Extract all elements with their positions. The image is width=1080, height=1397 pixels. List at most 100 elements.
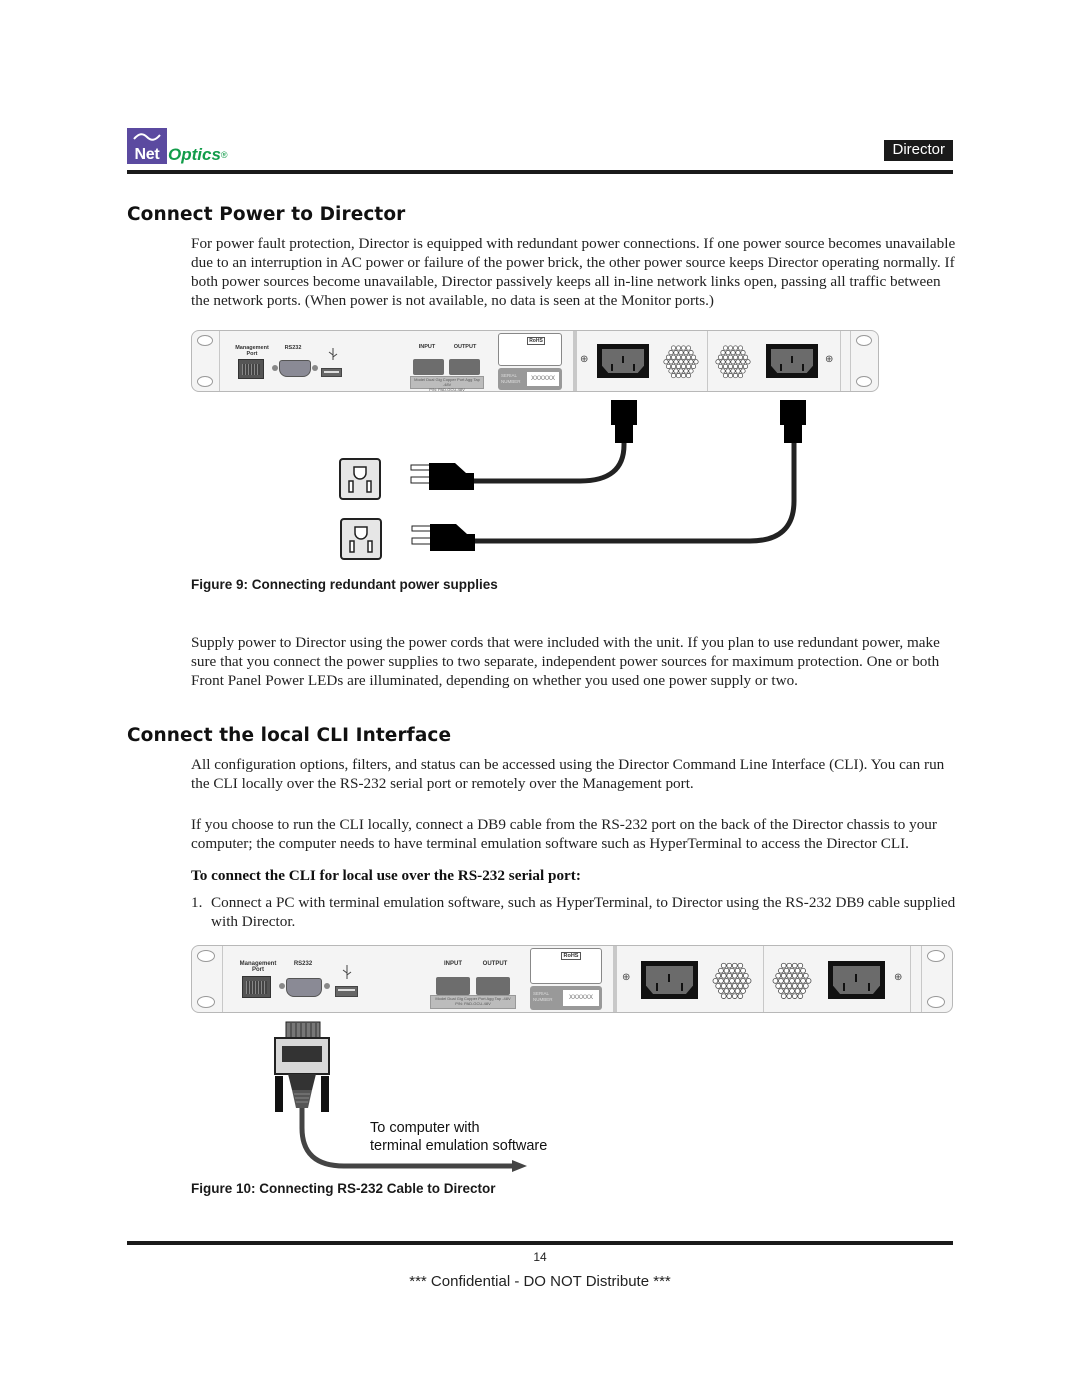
vent-hole <box>718 988 724 994</box>
vent-hole <box>722 363 729 369</box>
vent-hole <box>718 967 724 974</box>
vent-hole <box>723 978 730 984</box>
input-label: INPUT <box>444 961 462 967</box>
serial-number-plate: SERIAL NUMBER XXXXXX <box>530 986 602 1010</box>
management-port <box>238 359 264 379</box>
vent-hole <box>675 345 682 351</box>
logo-text-optics: Optics <box>168 145 221 164</box>
vent-hole <box>775 983 782 989</box>
vent-hole <box>780 962 787 969</box>
power-inlet-1 <box>597 344 649 378</box>
input-label: INPUT <box>418 344 436 350</box>
vent-hole <box>797 962 804 969</box>
vent-hole <box>685 373 692 379</box>
section-title-connect-cli: Connect the local CLI Interface <box>127 725 452 746</box>
vent-hole <box>685 354 692 360</box>
director-chassis-rear-panel: Management Port RS232 INPUT OUTPUT Model… <box>191 330 879 392</box>
certification-label: RoHS <box>530 948 602 984</box>
vent-hole <box>715 972 722 979</box>
vent-hole <box>668 368 674 374</box>
rack-ear-right <box>921 946 952 1012</box>
vent-hole <box>780 972 787 979</box>
vent-hole <box>683 350 689 356</box>
vent-hole <box>783 988 790 994</box>
vent-hole <box>778 967 784 974</box>
db9-connector <box>274 1021 330 1112</box>
rs232-db9-port <box>279 360 311 377</box>
fan-vent-1 <box>712 962 752 999</box>
vent-hole <box>673 368 679 374</box>
vent-hole <box>786 962 793 969</box>
step-text: Connect a PC with terminal emulation sof… <box>211 894 956 930</box>
vent-hole <box>742 972 749 979</box>
vent-hole <box>720 350 726 356</box>
vent-hole <box>670 345 677 351</box>
vent-hole <box>786 972 793 979</box>
vent-hole <box>675 373 682 379</box>
vent-hole <box>720 368 726 374</box>
vent-hole <box>734 988 741 994</box>
vent-hole <box>729 967 735 974</box>
vent-hole <box>712 978 719 984</box>
vent-hole <box>720 993 727 999</box>
power-inlet-2 <box>766 344 818 378</box>
screw-icon: ⊕ <box>580 354 589 365</box>
vent-hole <box>717 363 724 369</box>
vent-hole <box>665 354 672 360</box>
serial-number-plate: SERIAL NUMBER XXXXXX <box>498 368 562 390</box>
procedure-heading: To connect the CLI for local use over th… <box>191 867 581 884</box>
vent-hole <box>720 983 727 989</box>
vent-hole <box>670 373 677 379</box>
vent-hole <box>673 350 679 356</box>
usb-icon <box>342 965 352 979</box>
vent-hole <box>685 363 692 369</box>
vent-hole <box>675 363 682 369</box>
vent-hole <box>732 354 739 360</box>
management-port-label: Management Port <box>235 345 269 357</box>
vent-hole <box>690 354 697 360</box>
vent-hole <box>725 359 731 365</box>
power-cord-1 <box>410 400 637 490</box>
vent-hole <box>737 345 744 351</box>
vent-hole <box>668 359 674 365</box>
vent-hole <box>802 972 809 979</box>
vent-hole <box>688 350 694 356</box>
vent-hole <box>675 354 682 360</box>
vent-hole <box>722 373 729 379</box>
vent-hole <box>800 978 806 984</box>
arrow-head-icon <box>512 1160 527 1172</box>
wall-outlet-1 <box>339 458 381 500</box>
usb-port <box>321 368 342 377</box>
vent-hole <box>731 972 738 979</box>
vent-hole <box>663 359 669 365</box>
vent-hole <box>665 363 672 369</box>
power-cords-illustration <box>339 400 806 560</box>
page-number: 14 <box>533 1250 547 1264</box>
vent-hole <box>726 983 733 989</box>
power-inlet-1 <box>641 961 698 999</box>
vent-hole <box>731 993 738 999</box>
rack-ear-left <box>192 331 220 391</box>
annotation-line-1: To computer with <box>370 1120 480 1136</box>
vent-hole <box>725 350 731 356</box>
rs232-label: RS232 <box>293 961 313 967</box>
step-number: 1. <box>191 894 203 911</box>
vent-hole <box>734 978 741 984</box>
vent-hole <box>678 368 684 374</box>
vent-hole <box>680 345 687 351</box>
vent-hole <box>678 350 684 356</box>
figure-9-caption: Figure 9: Connecting redundant power sup… <box>191 577 498 592</box>
vent-hole <box>735 368 741 374</box>
section-title-connect-power: Connect Power to Director <box>127 204 406 225</box>
vent-hole <box>731 983 738 989</box>
vent-hole <box>718 978 724 984</box>
vent-hole <box>730 368 736 374</box>
registered-mark: ® <box>220 150 228 160</box>
vent-hole <box>794 967 801 974</box>
vent-hole <box>688 368 694 374</box>
vent-hole <box>791 983 798 989</box>
paragraph-power-intro: For power fault protection, Director is … <box>191 235 956 309</box>
screw-icon: ⊕ <box>825 354 834 365</box>
vent-hole <box>805 978 812 984</box>
usb-port <box>335 986 358 997</box>
